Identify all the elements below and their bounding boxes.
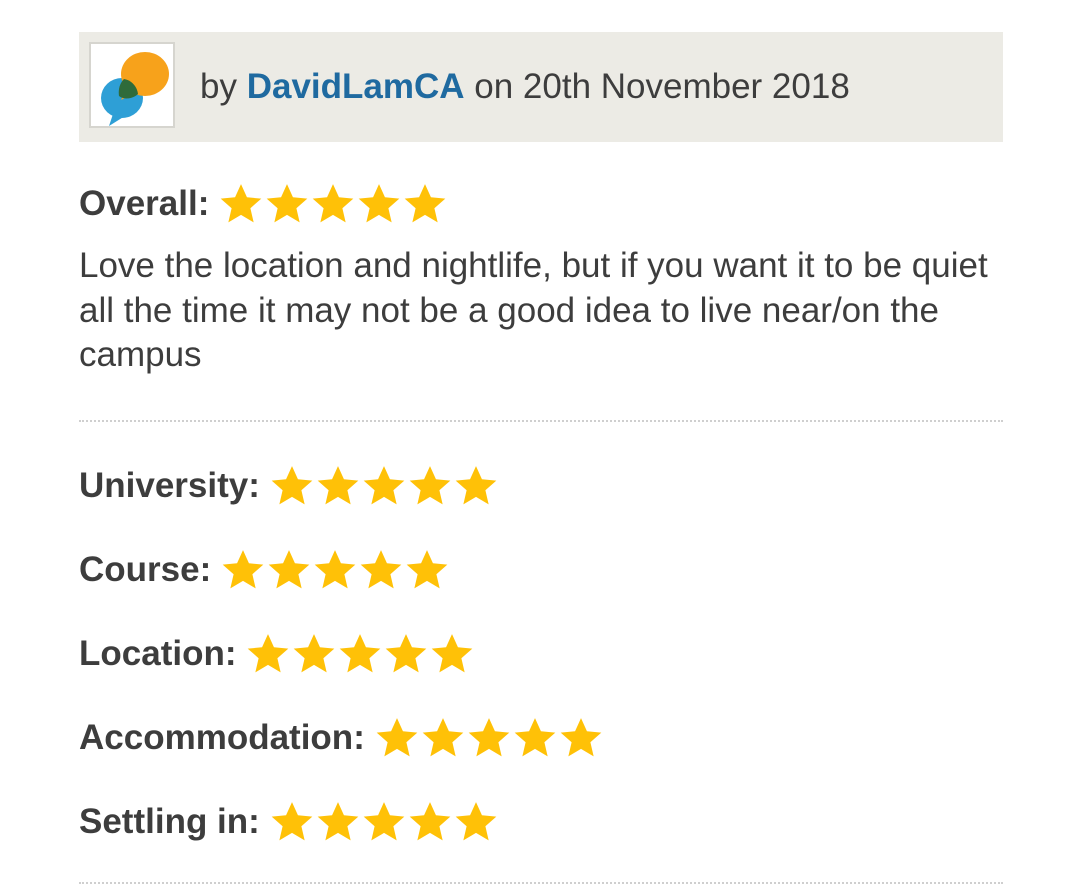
star-icon (314, 550, 356, 589)
byline-prefix: by (200, 67, 237, 106)
star-icon (422, 718, 464, 757)
overall-rating-row: Overall: (79, 178, 448, 230)
review-header: by DavidLamCA on 20th November 2018 (79, 32, 1003, 142)
rating-label: University: (79, 466, 260, 505)
rating-stars (220, 547, 450, 593)
star-icon (317, 466, 359, 505)
star-icon (405, 184, 446, 223)
star-icon (363, 466, 405, 505)
star-icon (560, 718, 602, 757)
star-icon (359, 184, 400, 223)
star-icon (386, 634, 427, 673)
star-icon (455, 466, 497, 505)
star-icon (409, 466, 451, 505)
star-icon (294, 634, 335, 673)
star-icon (360, 550, 402, 589)
rating-label: Course: (79, 550, 212, 589)
divider (79, 882, 1003, 884)
rating-row-settling-in: Settling in: (79, 796, 499, 848)
rating-stars (374, 715, 604, 761)
overall-label: Overall: (79, 184, 210, 223)
star-icon (340, 634, 381, 673)
rating-label: Settling in: (79, 802, 260, 841)
author-link[interactable]: DavidLamCA (247, 67, 465, 106)
rating-stars (269, 799, 499, 845)
byline: by DavidLamCA on 20th November 2018 (200, 67, 850, 107)
star-icon (409, 802, 451, 841)
star-icon (267, 184, 308, 223)
star-icon (376, 718, 418, 757)
divider (79, 420, 1003, 422)
star-icon (363, 802, 405, 841)
star-icon (514, 718, 556, 757)
star-icon (317, 802, 359, 841)
star-icon (313, 184, 354, 223)
rating-row-location: Location: (79, 628, 475, 680)
star-icon (268, 550, 310, 589)
star-icon (222, 550, 264, 589)
review-comment: Love the location and nightlife, but if … (79, 246, 988, 374)
rating-stars (269, 463, 499, 509)
star-icon (271, 466, 313, 505)
star-icon (271, 802, 313, 841)
star-icon (248, 634, 289, 673)
star-icon (432, 634, 473, 673)
star-icon (221, 184, 262, 223)
rating-row-university: University: (79, 460, 499, 512)
rating-label: Location: (79, 634, 237, 673)
overall-stars (218, 181, 448, 227)
star-icon (468, 718, 510, 757)
speech-bubbles-icon (101, 52, 169, 126)
rating-row-accommodation: Accommodation: (79, 712, 604, 764)
star-icon (455, 802, 497, 841)
avatar (89, 42, 175, 128)
review-date: on 20th November 2018 (474, 67, 850, 106)
star-icon (406, 550, 448, 589)
rating-stars (245, 631, 475, 677)
rating-row-course: Course: (79, 544, 450, 596)
rating-label: Accommodation: (79, 718, 365, 757)
